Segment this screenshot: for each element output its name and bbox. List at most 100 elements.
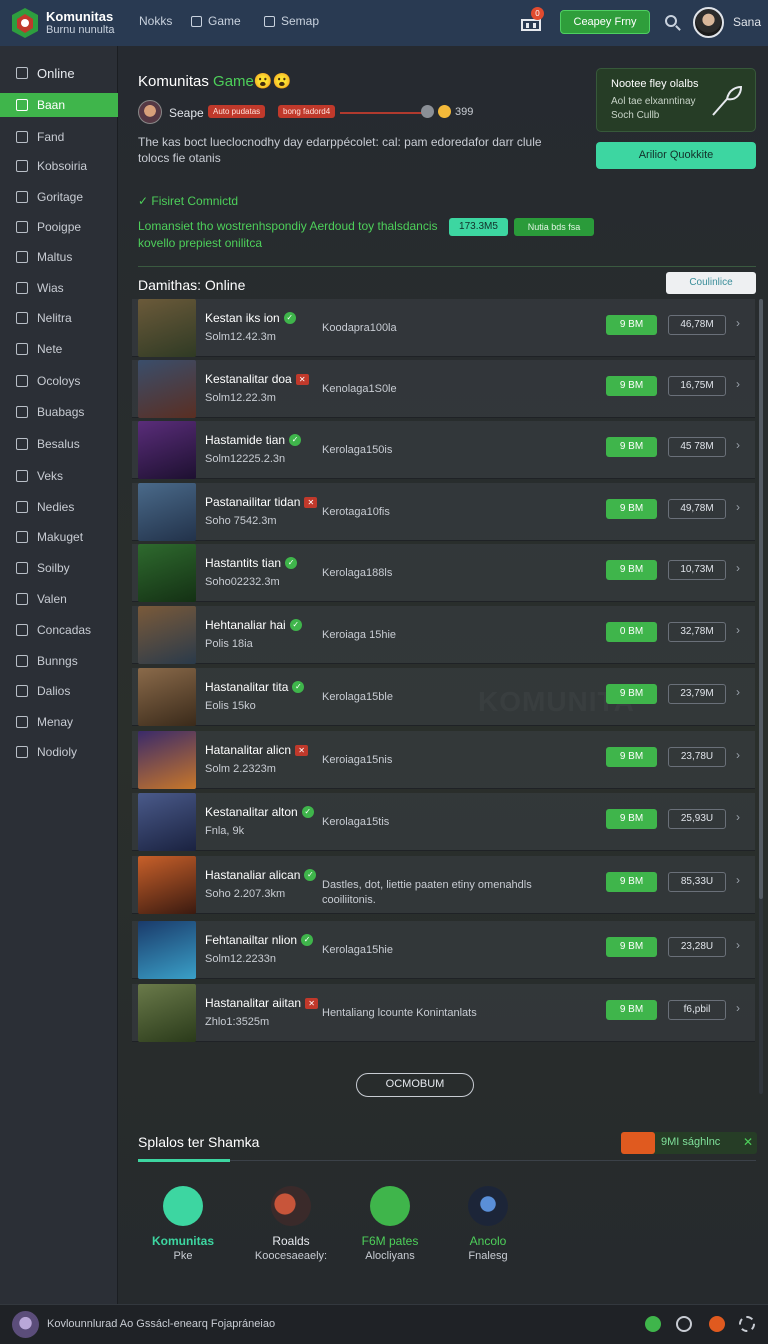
- komunitas-logo[interactable]: [8, 6, 42, 40]
- list-item[interactable]: Hehtanaliar hai ✓ Polis 18ia Keroiaga 15hie…: [132, 606, 755, 664]
- sidebar-item-bunngs[interactable]: Bunngs: [0, 649, 118, 673]
- nav-game[interactable]: Game: [191, 14, 241, 28]
- app-komunitas[interactable]: Komunitas Pke: [133, 1186, 233, 1262]
- game-thumbnail[interactable]: [138, 299, 196, 357]
- chevron-right-icon[interactable]: ›: [736, 623, 740, 637]
- sidebar-item-nedies[interactable]: Nedies: [0, 495, 118, 519]
- section-action-button[interactable]: Coulinlice: [666, 272, 756, 294]
- play-button[interactable]: 9 BM: [606, 499, 657, 519]
- game-thumbnail[interactable]: [138, 856, 196, 914]
- chevron-right-icon[interactable]: ›: [736, 748, 740, 762]
- chevron-right-icon[interactable]: ›: [736, 316, 740, 330]
- chevron-right-icon[interactable]: ›: [736, 873, 740, 887]
- game-name[interactable]: Pastanailitar tidan ✕: [205, 495, 318, 509]
- search-icon[interactable]: [665, 15, 677, 27]
- game-name[interactable]: Hastanalitar tita ✓: [205, 680, 305, 694]
- sidebar-item-wias[interactable]: Wias: [0, 276, 118, 300]
- chevron-right-icon[interactable]: ›: [736, 685, 740, 699]
- list-item[interactable]: Hastanaliar alican ✓ Soho 2.207.3km Dastles…: [132, 856, 755, 914]
- play-button[interactable]: 9 BM: [606, 560, 657, 580]
- game-name[interactable]: Hastanaliar alican ✓: [205, 868, 317, 882]
- game-name[interactable]: Kestanalitar alton ✓: [205, 805, 314, 819]
- brand[interactable]: Komunitas Burnu nunulta: [46, 9, 115, 37]
- sidebar-item-kobsoiria[interactable]: Kobsoiria: [0, 154, 118, 178]
- sidebar-item-nelitra[interactable]: Nelitra: [0, 306, 118, 330]
- sidebar-item-dalios[interactable]: Dalios: [0, 679, 118, 703]
- footer-avatar[interactable]: [12, 1311, 39, 1338]
- play-button[interactable]: 9 BM: [606, 1000, 657, 1020]
- game-thumbnail[interactable]: [138, 483, 196, 541]
- game-thumbnail[interactable]: [138, 606, 196, 664]
- play-button[interactable]: 0 BM: [606, 622, 657, 642]
- play-button[interactable]: 9 BM: [606, 809, 657, 829]
- game-thumbnail[interactable]: [138, 793, 196, 851]
- chevron-right-icon[interactable]: ›: [736, 377, 740, 391]
- play-button[interactable]: 9 BM: [606, 872, 657, 892]
- list-item[interactable]: Kestanalitar alton ✓ Fnla, 9k Kerolaga15tis…: [132, 793, 755, 851]
- chevron-right-icon[interactable]: ›: [736, 1001, 740, 1015]
- sidebar-item-baan[interactable]: Baan: [0, 93, 118, 117]
- author-avatar[interactable]: [138, 100, 162, 124]
- chevron-right-icon[interactable]: ›: [736, 938, 740, 952]
- chevron-right-icon[interactable]: ›: [736, 500, 740, 514]
- play-button[interactable]: 9 BM: [606, 437, 657, 457]
- list-item[interactable]: Hatanalitar alicn ✕ Solm 2.2323m Keroiaga15…: [132, 731, 755, 789]
- header-cta-button[interactable]: Ceapey Frny: [560, 10, 650, 34]
- info-chip[interactable]: Nutia bds fsa: [514, 218, 594, 236]
- notice-banner[interactable]: 9MI sághlnc ✕: [621, 1132, 757, 1154]
- chevron-right-icon[interactable]: ›: [736, 561, 740, 575]
- avatar[interactable]: [693, 7, 724, 38]
- play-button[interactable]: 9 BM: [606, 684, 657, 704]
- game-thumbnail[interactable]: [138, 921, 196, 979]
- author-name[interactable]: Seape: [169, 106, 204, 120]
- chevron-right-icon[interactable]: ›: [736, 810, 740, 824]
- game-thumbnail[interactable]: [138, 731, 196, 789]
- app-ancolo[interactable]: Ancolo Fnalesg: [438, 1186, 538, 1262]
- promo-button[interactable]: Arilior Quokkite: [596, 142, 756, 169]
- play-button[interactable]: 9 BM: [606, 747, 657, 767]
- list-item[interactable]: Hastamide tian ✓ Solm12225.2.3n Kerolaga150…: [132, 421, 755, 479]
- scrollbar-thumb[interactable]: [759, 299, 763, 899]
- list-item[interactable]: Hastanalitar aiitan ✕ Zhlo1:3525m Hentalian…: [132, 984, 755, 1042]
- game-name[interactable]: Fehtanailtar nlion ✓: [205, 933, 314, 947]
- sidebar-item-goritage[interactable]: Goritage: [0, 185, 118, 209]
- list-item[interactable]: Hastanalitar tita ✓ Eolis 15ko Kerolaga15bl…: [132, 668, 755, 726]
- sidebar-item-soilby[interactable]: Soilby: [0, 556, 118, 580]
- gear-icon[interactable]: [739, 1316, 755, 1332]
- sidebar-item-online[interactable]: Online: [0, 61, 118, 85]
- count-chip[interactable]: 173.3M5: [449, 218, 508, 236]
- game-name[interactable]: Hatanalitar alicn ✕: [205, 743, 309, 757]
- sidebar-item-maltus[interactable]: Maltus: [0, 245, 118, 269]
- play-button[interactable]: 9 BM: [606, 937, 657, 957]
- list-item[interactable]: Fehtanailtar nlion ✓ Solm12.2233n Kerolaga1…: [132, 921, 755, 979]
- game-name[interactable]: Hastamide tian ✓: [205, 433, 302, 447]
- game-name[interactable]: Kestan iks ion ✓: [205, 311, 296, 325]
- chevron-right-icon[interactable]: ›: [736, 438, 740, 452]
- sidebar-item-concadas[interactable]: Concadas: [0, 618, 118, 642]
- game-thumbnail[interactable]: [138, 421, 196, 479]
- sidebar-item-veks[interactable]: Veks: [0, 464, 118, 488]
- promo-card[interactable]: Nootee fley olalbs Aol tae elxanntinay S…: [596, 68, 756, 132]
- load-more-button[interactable]: OCMOBUM: [356, 1073, 474, 1097]
- sidebar-item-fand[interactable]: Fand: [0, 125, 118, 149]
- game-thumbnail[interactable]: [138, 668, 196, 726]
- game-thumbnail[interactable]: [138, 360, 196, 418]
- game-name[interactable]: Kestanalitar doa ✕: [205, 372, 309, 386]
- sidebar-item-nete[interactable]: Nete: [0, 337, 118, 361]
- game-thumbnail[interactable]: [138, 984, 196, 1042]
- list-item[interactable]: Kestanalitar doa ✕ Solm12.22.3m Kenolaga1S0…: [132, 360, 755, 418]
- nav-map[interactable]: Semap: [264, 14, 319, 28]
- sidebar-item-besalus[interactable]: Besalus: [0, 432, 118, 456]
- play-button[interactable]: 9 BM: [606, 376, 657, 396]
- game-name[interactable]: Hastantits tian ✓: [205, 556, 298, 570]
- play-button[interactable]: 9 BM: [606, 315, 657, 335]
- game-name[interactable]: Hastanalitar aiitan ✕: [205, 996, 319, 1010]
- sidebar-item-menay[interactable]: Menay: [0, 710, 118, 734]
- globe-icon[interactable]: [676, 1316, 692, 1332]
- sidebar-item-makuget[interactable]: Makuget: [0, 525, 118, 549]
- sidebar-item-ocoloys[interactable]: Ocoloys: [0, 369, 118, 393]
- sidebar-item-nodioly[interactable]: Nodioly: [0, 740, 118, 764]
- list-item[interactable]: Pastanailitar tidan ✕ Soho 7542.3m Kerotaga…: [132, 483, 755, 541]
- check-icon[interactable]: [645, 1316, 661, 1332]
- alert-icon[interactable]: [709, 1316, 725, 1332]
